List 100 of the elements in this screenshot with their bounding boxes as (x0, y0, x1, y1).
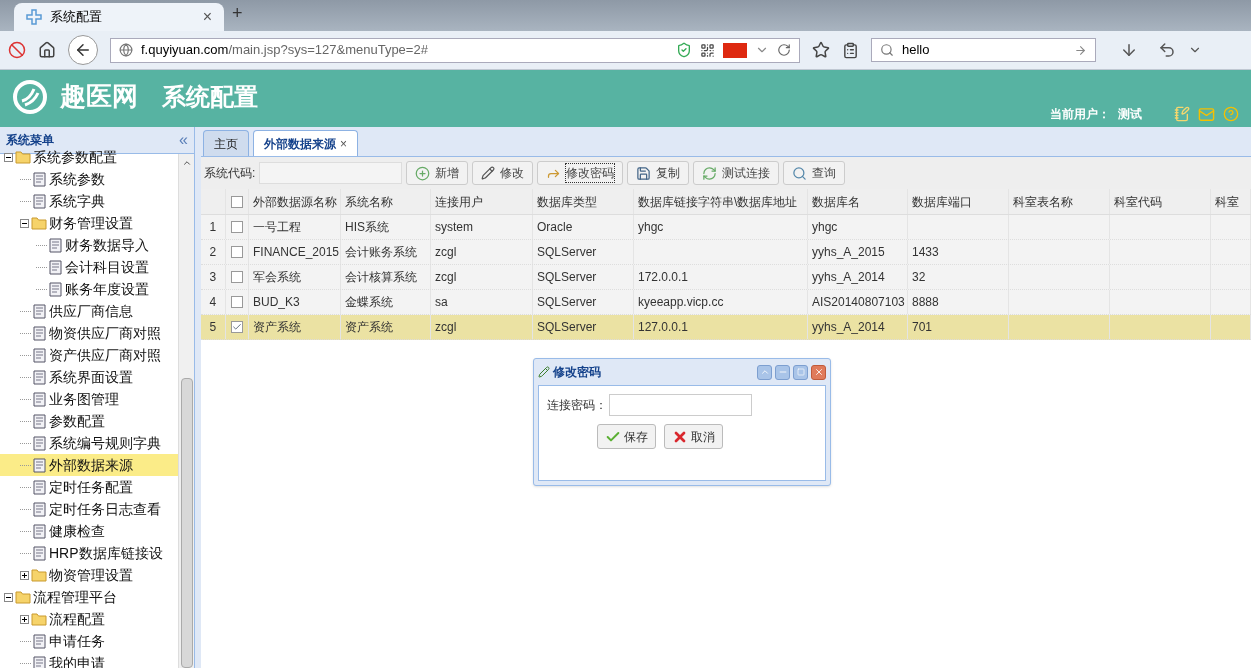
folder-icon (31, 216, 47, 230)
scroll-up-icon[interactable] (181, 158, 192, 168)
table-cell: kyeeapp.vicp.cc (634, 290, 808, 314)
go-arrow-icon[interactable] (1074, 43, 1087, 57)
close-icon (813, 367, 824, 377)
collapse-icon[interactable] (4, 592, 13, 602)
collapse-button[interactable] (757, 364, 772, 380)
document-icon (33, 391, 46, 407)
tree-label: HRP数据库链接设 (49, 543, 163, 563)
tree-item[interactable]: 会计科目设置 (0, 256, 178, 278)
tree-item[interactable]: 账务年度设置 (0, 278, 178, 300)
row-checkbox[interactable] (230, 321, 243, 333)
table-row[interactable]: 5 资产系统 资产系统 zcgl SQLServer 127.0.0.1 yyhs_A_2014 701 (201, 315, 1251, 340)
pencil-icon (481, 166, 496, 180)
document-icon (33, 325, 46, 341)
search-field[interactable]: hello (871, 38, 1096, 62)
toolbar-button[interactable]: 新增 (406, 161, 469, 185)
tree-item[interactable]: 系统界面设置 (0, 366, 178, 388)
toolbar-button[interactable]: 测试连接 (693, 161, 780, 185)
table-row[interactable]: 4 BUD_K3 金蝶系统 sa SQLServer kyeeapp.vicp.cc AIS20140807103 8888 (201, 290, 1251, 315)
tree-item[interactable]: 系统字典 (0, 190, 178, 212)
tree-item[interactable]: 流程配置 (0, 608, 178, 630)
folder-icon (31, 612, 47, 626)
maximize-button[interactable] (793, 364, 808, 380)
tab-close[interactable]: × (202, 5, 212, 29)
column-header: 数据库端口 (908, 189, 1009, 214)
header-checkbox[interactable] (230, 195, 243, 208)
tree-item[interactable]: 健康检查 (0, 520, 178, 542)
browser-tab[interactable]: 系统配置 × (14, 3, 224, 31)
tree-item[interactable]: 参数配置 (0, 410, 178, 432)
undo-icon (1158, 41, 1176, 59)
page-tab[interactable]: 外部数据来源 × (253, 130, 358, 156)
tree-item[interactable]: 系统编号规则字典 (0, 432, 178, 454)
search-icon (792, 165, 808, 181)
toolbar-button[interactable]: 复制 (627, 161, 690, 185)
page-tab[interactable]: 主页 (203, 130, 249, 156)
table-row[interactable]: 1 一号工程 HIS系统 system Oracle yhgc yhgc (201, 215, 1251, 240)
address-bar[interactable]: f.quyiyuan.com/main.jsp?sys=127&menuType=2# (110, 37, 800, 63)
tree-item[interactable]: 定时任务日志查看 (0, 498, 178, 520)
cross-logo-icon (26, 9, 42, 25)
table-cell: 32 (908, 265, 1009, 289)
dialog-title: 修改密码 (553, 364, 602, 381)
password-field[interactable] (609, 394, 752, 416)
tree-label: 系统字典 (49, 191, 105, 211)
cancel-button[interactable]: 取消 (664, 424, 723, 449)
row-number: 1 (201, 215, 226, 239)
row-checkbox[interactable] (230, 221, 243, 233)
minimize-button[interactable] (775, 364, 790, 380)
logo-text: 趣医网 (60, 80, 138, 113)
row-checkbox[interactable] (230, 271, 243, 283)
table-row[interactable]: 3 军会系统 会计核算系统 zcgl SQLServer 172.0.0.1 yyhs_A_2014 32 (201, 265, 1251, 290)
tree-item[interactable]: 申请任务 (0, 630, 178, 652)
sidebar-title: 系统菜单 (6, 132, 55, 149)
tree-label: 流程管理平台 (33, 587, 117, 607)
table-cell: SQLServer (533, 265, 634, 289)
tree-label: 物资供应厂商对照 (49, 323, 161, 343)
toolbar-button[interactable]: 查询 (783, 161, 846, 185)
document-icon (33, 479, 46, 495)
tree-item[interactable]: HRP数据库链接设 (0, 542, 178, 564)
collapse-icon[interactable] (4, 152, 13, 162)
tree-item[interactable]: 物资供应厂商对照 (0, 322, 178, 344)
tree-item[interactable]: 系统参数 (0, 168, 178, 190)
column-header: 科室代码 (1110, 189, 1211, 214)
tree-item[interactable]: 供应厂商信息 (0, 300, 178, 322)
row-checkbox[interactable] (230, 296, 243, 308)
field-label: 系统代码: (204, 165, 256, 182)
tree-item[interactable]: 物资管理设置 (0, 564, 178, 586)
collapse-icon[interactable] (20, 218, 29, 228)
qr-code-icon (700, 42, 715, 58)
tree-item[interactable]: 财务数据导入 (0, 234, 178, 256)
table-row[interactable]: 2 FINANCE_2015 会计账务系统 zcgl SQLServer yyhs_A_2015 1433 (201, 240, 1251, 265)
tree-label: 物资管理设置 (49, 565, 133, 585)
password-label: 连接密码： (547, 397, 607, 414)
table-cell: 会计账务系统 (341, 240, 431, 264)
close-button[interactable] (811, 364, 826, 380)
expand-icon[interactable] (20, 570, 29, 580)
home-icon (38, 41, 56, 59)
tree-item[interactable]: 财务管理设置 (0, 212, 178, 234)
tree-item[interactable]: 外部数据来源 (0, 454, 178, 476)
logo-icon (12, 78, 48, 115)
row-checkbox[interactable] (230, 246, 243, 258)
tree-item[interactable]: 资产供应厂商对照 (0, 344, 178, 366)
notepad-icon (1174, 106, 1190, 122)
table-cell: yhgc (634, 215, 808, 239)
scrollbar[interactable] (178, 154, 194, 668)
toolbar-button[interactable]: 修改密码 (537, 161, 624, 185)
tree-item[interactable]: 定时任务配置 (0, 476, 178, 498)
new-tab-button[interactable]: + (232, 0, 243, 27)
table-cell: SQLServer (533, 240, 634, 264)
tab-close[interactable]: × (340, 134, 347, 153)
tree-item[interactable]: 系统参数配置 (0, 146, 178, 168)
save-button[interactable]: 保存 (597, 424, 656, 449)
flag-icon (723, 42, 747, 58)
tree-item[interactable]: 流程管理平台 (0, 586, 178, 608)
back-button[interactable] (68, 35, 98, 65)
toolbar-button[interactable]: 修改 (472, 161, 534, 185)
expand-icon[interactable] (20, 614, 29, 624)
document-icon (33, 501, 46, 517)
tree-label: 流程配置 (49, 609, 105, 629)
tree-item[interactable]: 业务图管理 (0, 388, 178, 410)
